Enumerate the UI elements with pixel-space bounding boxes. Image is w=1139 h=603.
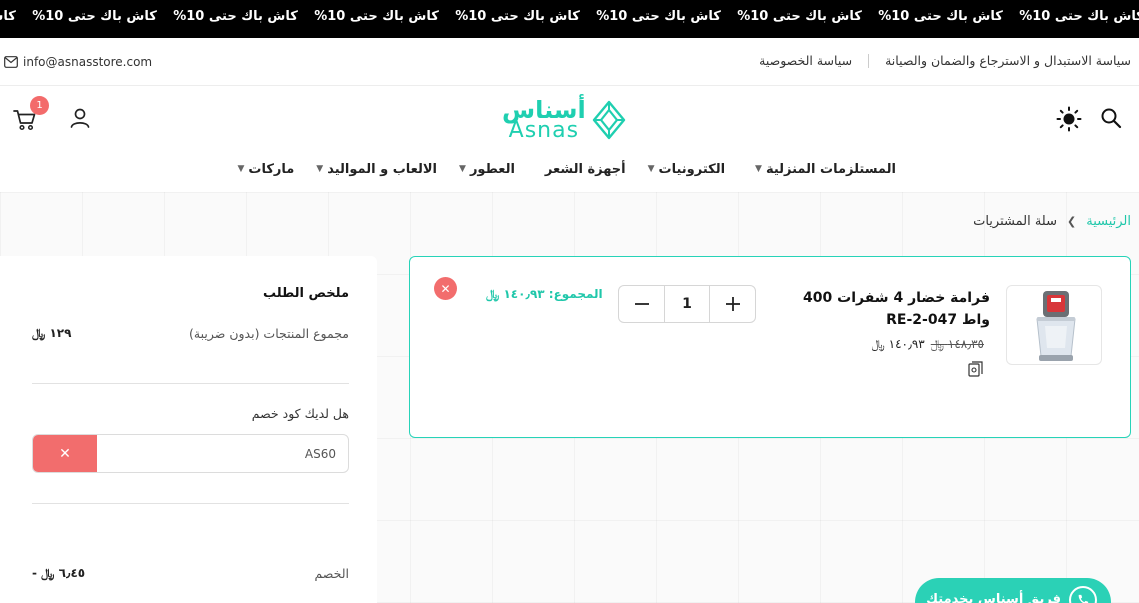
food-chopper-image — [1036, 291, 1076, 361]
quantity-stepper: 1 — [618, 285, 756, 323]
privacy-policy-link[interactable]: سياسة الخصوصية — [759, 53, 852, 68]
chevron-down-icon: ▼ — [237, 164, 245, 174]
support-label: فريق أسناس بخدمتك — [926, 592, 1061, 603]
site-logo[interactable]: أسناس Asnas — [502, 98, 626, 142]
subtotal-label: مجموع المنتجات (بدون ضريبة) — [189, 326, 349, 341]
search-button[interactable] — [1100, 107, 1122, 129]
currency-symbol: ﷼ — [930, 337, 945, 351]
nav-item-toys-babies[interactable]: الالعاب و المواليد ▼ — [316, 162, 437, 177]
breadcrumb-current: سلة المشتريات — [973, 214, 1057, 229]
chevron-down-icon: ▼ — [647, 164, 655, 174]
ticker-item: كاش باك حتى 10% — [596, 9, 721, 24]
old-price: ١٤٨٫٣٥ ﷼ — [931, 337, 984, 352]
ticker-item: كاش باك حتى 10% — [173, 9, 298, 24]
old-price-value: ١٤٨٫٣٥ — [947, 337, 984, 351]
currency-symbol: ﷼ — [32, 326, 46, 340]
quantity-value[interactable]: 1 — [664, 286, 710, 322]
nav-label: الكترونيات — [658, 161, 726, 177]
breadcrumb-home-link[interactable]: الرئيسية — [1086, 214, 1131, 229]
clear-coupon-button[interactable]: ✕ — [33, 435, 97, 472]
promo-ticker: كاش باك حتى 10% كاش باك حتى 10% كاش باك … — [0, 0, 1139, 38]
currency-symbol: ﷼ — [486, 287, 500, 301]
coupon-input[interactable] — [97, 435, 348, 472]
line-total-label: المجموع: — [548, 287, 603, 301]
order-summary: ملخص الطلب مجموع المنتجات (بدون ضريبة) ١… — [0, 256, 377, 603]
logo-wordmark: أسناس Asnas — [502, 98, 586, 142]
product-image[interactable] — [1006, 285, 1102, 365]
close-icon: ✕ — [440, 281, 451, 296]
user-icon — [70, 108, 90, 128]
mail-icon — [4, 56, 18, 68]
email-link[interactable]: info@asnasstore.com — [4, 55, 152, 69]
chevron-down-icon: ▼ — [755, 164, 762, 174]
coupon-field: ✕ — [32, 434, 349, 473]
ticker-item: كاش باك حتى 10% — [314, 9, 439, 24]
policy-links: سياسة الاستبدال و الاسترجاع والضمان والص… — [759, 53, 1131, 68]
ticker-item: كاش باك حتى 10% — [455, 9, 580, 24]
return-policy-link[interactable]: سياسة الاستبدال و الاسترجاع والضمان والص… — [885, 53, 1131, 68]
nav-item-home-supplies[interactable]: المستلزمات المنزلية ▼ — [755, 162, 896, 177]
ticker-track: كاش باك حتى 10% كاش باك حتى 10% كاش باك … — [0, 0, 1139, 38]
line-total: المجموع: ١٤٠٫٩٣ ﷼ — [486, 287, 603, 302]
increase-quantity-button[interactable] — [710, 286, 755, 322]
nav-label: الالعاب و المواليد — [327, 161, 438, 177]
product-name[interactable]: فرامة خضار 4 شفرات 400 واط RE-2-047 — [790, 287, 990, 331]
cart-item-card: فرامة خضار 4 شفرات 400 واط RE-2-047 ١٤٨٫… — [409, 256, 1131, 438]
chevron-down-icon: ▼ — [316, 164, 324, 174]
ticker-item: كاش باك حتى 10% — [737, 9, 862, 24]
summary-divider — [32, 383, 349, 384]
cashback-icon — [968, 361, 983, 377]
subtotal-amount: ١٢٩ — [49, 326, 72, 340]
contact-bar: info@asnasstore.com سياسة الاستبدال و ال… — [0, 38, 1139, 86]
theme-toggle[interactable] — [1056, 106, 1082, 132]
decrease-quantity-button[interactable] — [619, 286, 664, 322]
ticker-item: كاش باك حتى 10% — [1019, 9, 1139, 24]
coupon-label: هل لديك كود خصم — [251, 406, 349, 421]
nav-item-brands[interactable]: ماركات ▼ — [237, 162, 294, 177]
price-row: ١٤٨٫٣٥ ﷼ ١٤٠٫٩٣ ﷼ — [872, 337, 985, 352]
new-price: ١٤٠٫٩٣ ﷼ — [872, 337, 925, 352]
summary-divider — [32, 503, 349, 504]
support-chat-button[interactable]: فريق أسناس بخدمتك — [915, 578, 1111, 603]
subtotal-value: ١٢٩ ﷼ — [32, 326, 71, 341]
nav-label: العطور — [469, 161, 515, 177]
chevron-down-icon: ▼ — [459, 164, 466, 174]
main-nav: المستلزمات المنزلية ▼ الكترونيات ▼ أجهزة… — [237, 158, 896, 180]
phone-icon — [1069, 586, 1097, 603]
chevron-left-icon: ❯ — [1067, 215, 1077, 228]
nav-label: ماركات — [248, 161, 295, 177]
nav-label: أجهزة الشعر — [544, 161, 626, 177]
nav-item-electronics[interactable]: الكترونيات ▼ — [648, 162, 725, 177]
nav-item-perfumes[interactable]: العطور ▼ — [459, 162, 515, 177]
discount-label: الخصم — [314, 566, 349, 581]
line-total-value: ١٤٠٫٩٣ — [503, 287, 545, 301]
close-icon: ✕ — [59, 445, 71, 462]
ticker-item: كاش باك حتى 10% — [32, 9, 157, 24]
email-text: info@asnasstore.com — [23, 55, 153, 69]
nav-label: المستلزمات المنزلية — [765, 161, 896, 177]
sun-icon — [1056, 106, 1082, 132]
discount-amount: - ٦٫٤٥ — [32, 566, 86, 580]
logo-english: Asnas — [508, 118, 580, 143]
ticker-item: كاش باك حتى 10% — [0, 9, 16, 24]
breadcrumb: الرئيسية ❯ سلة المشتريات — [973, 214, 1131, 229]
plus-icon — [725, 297, 740, 311]
search-icon — [1101, 108, 1122, 129]
logo-mark-icon — [592, 100, 625, 140]
discount-value: - ٦٫٤٥ ﷼ — [32, 566, 85, 581]
main-header: أسناس Asnas — [0, 86, 1139, 150]
nav-item-hair-devices[interactable]: أجهزة الشعر — [545, 162, 626, 177]
summary-title: ملخص الطلب — [262, 286, 349, 301]
link-separator — [868, 53, 870, 68]
currency-symbol: ﷼ — [871, 337, 885, 351]
currency-symbol: ﷼ — [41, 566, 55, 580]
new-price-value: ١٤٠٫٩٣ — [888, 337, 925, 351]
minus-icon — [634, 303, 649, 305]
account-button[interactable] — [68, 106, 92, 130]
remove-item-button[interactable]: ✕ — [434, 277, 457, 300]
ticker-item: كاش باك حتى 10% — [878, 9, 1003, 24]
cart-count-badge: 1 — [30, 96, 49, 115]
